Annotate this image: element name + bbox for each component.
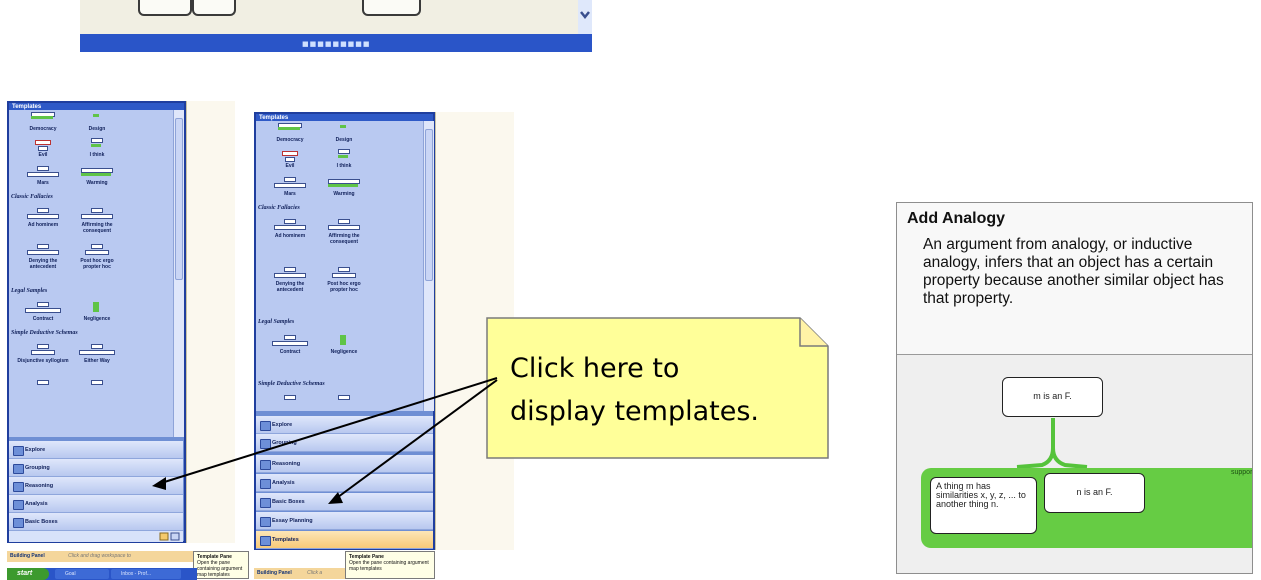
callout-text: Click here to display templates. xyxy=(510,347,800,433)
premise-node-left[interactable]: A thing m has similarities x, y, z, ... … xyxy=(930,477,1037,534)
arrow-line xyxy=(333,379,498,501)
callout-line-1: Click here to xyxy=(510,353,680,384)
support-label: support xyxy=(1231,469,1253,476)
claim-node[interactable]: m is an F. xyxy=(1002,377,1103,417)
premise-node-right[interactable]: n is an F. xyxy=(1044,473,1145,513)
arrow-line xyxy=(157,377,498,485)
callout-line-2: display templates. xyxy=(510,396,759,427)
add-analogy-card[interactable]: Add Analogy An argument from analogy, or… xyxy=(896,202,1253,574)
arrow-head-icon xyxy=(152,477,166,490)
sticky-note-fold xyxy=(799,318,828,347)
